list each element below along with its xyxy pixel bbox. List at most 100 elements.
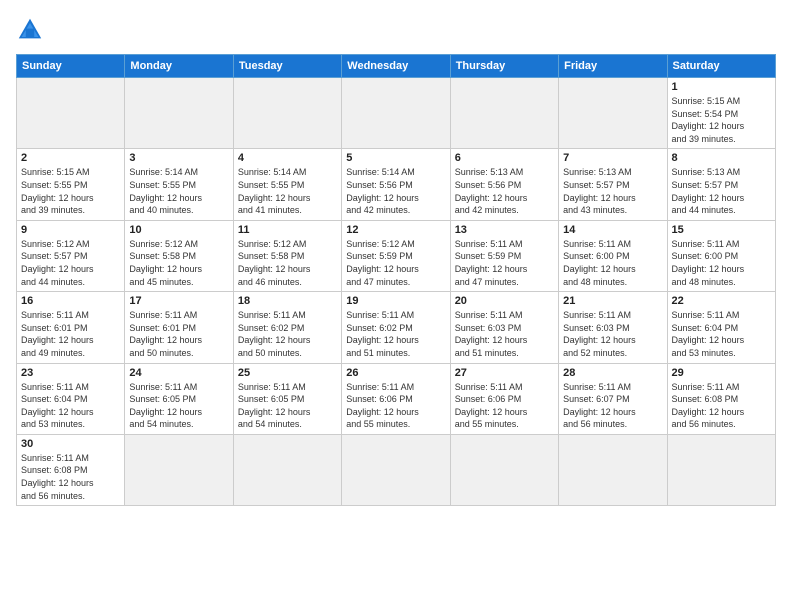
calendar-cell bbox=[559, 78, 667, 149]
calendar-week-row: 1 Sunrise: 5:15 AM Sunset: 5:54 PM Daylig… bbox=[17, 78, 776, 149]
day-info: Sunrise: 5:11 AM Sunset: 6:05 PM Dayligh… bbox=[238, 381, 337, 431]
day-info: Sunrise: 5:11 AM Sunset: 6:06 PM Dayligh… bbox=[346, 381, 445, 431]
day-info: Sunrise: 5:11 AM Sunset: 6:01 PM Dayligh… bbox=[129, 309, 228, 359]
calendar-cell: 30 Sunrise: 5:11 AM Sunset: 6:08 PM Dayli… bbox=[17, 434, 125, 505]
weekday-header: Wednesday bbox=[342, 55, 450, 78]
calendar-cell bbox=[233, 434, 341, 505]
day-number: 9 bbox=[21, 224, 120, 236]
day-number: 5 bbox=[346, 152, 445, 164]
day-number: 13 bbox=[455, 224, 554, 236]
calendar-cell bbox=[125, 78, 233, 149]
calendar-cell: 26 Sunrise: 5:11 AM Sunset: 6:06 PM Dayli… bbox=[342, 363, 450, 434]
weekday-header: Thursday bbox=[450, 55, 558, 78]
day-info: Sunrise: 5:11 AM Sunset: 6:03 PM Dayligh… bbox=[455, 309, 554, 359]
calendar-cell bbox=[559, 434, 667, 505]
day-info: Sunrise: 5:12 AM Sunset: 5:58 PM Dayligh… bbox=[129, 238, 228, 288]
calendar-cell: 25 Sunrise: 5:11 AM Sunset: 6:05 PM Dayli… bbox=[233, 363, 341, 434]
day-info: Sunrise: 5:11 AM Sunset: 6:08 PM Dayligh… bbox=[672, 381, 771, 431]
day-info: Sunrise: 5:11 AM Sunset: 6:08 PM Dayligh… bbox=[21, 452, 120, 502]
day-number: 1 bbox=[672, 81, 771, 93]
day-number: 23 bbox=[21, 367, 120, 379]
calendar-cell: 3 Sunrise: 5:14 AM Sunset: 5:55 PM Daylig… bbox=[125, 149, 233, 220]
calendar-cell bbox=[450, 434, 558, 505]
day-info: Sunrise: 5:12 AM Sunset: 5:58 PM Dayligh… bbox=[238, 238, 337, 288]
calendar-cell: 11 Sunrise: 5:12 AM Sunset: 5:58 PM Dayli… bbox=[233, 220, 341, 291]
day-info: Sunrise: 5:12 AM Sunset: 5:59 PM Dayligh… bbox=[346, 238, 445, 288]
calendar-cell: 14Sunrise: 5:11 AM Sunset: 6:00 PM Dayli… bbox=[559, 220, 667, 291]
weekday-header: Saturday bbox=[667, 55, 775, 78]
day-info: Sunrise: 5:11 AM Sunset: 6:04 PM Dayligh… bbox=[672, 309, 771, 359]
calendar-cell: 15Sunrise: 5:11 AM Sunset: 6:00 PM Dayli… bbox=[667, 220, 775, 291]
day-info: Sunrise: 5:15 AM Sunset: 5:54 PM Dayligh… bbox=[672, 95, 771, 145]
calendar-cell bbox=[450, 78, 558, 149]
calendar-cell: 2 Sunrise: 5:15 AM Sunset: 5:55 PM Daylig… bbox=[17, 149, 125, 220]
logo-icon bbox=[16, 16, 44, 44]
day-number: 21 bbox=[563, 295, 662, 307]
day-number: 6 bbox=[455, 152, 554, 164]
day-number: 11 bbox=[238, 224, 337, 236]
day-info: Sunrise: 5:11 AM Sunset: 6:02 PM Dayligh… bbox=[238, 309, 337, 359]
calendar-cell: 4Sunrise: 5:14 AM Sunset: 5:55 PM Daylig… bbox=[233, 149, 341, 220]
day-info: Sunrise: 5:11 AM Sunset: 5:59 PM Dayligh… bbox=[455, 238, 554, 288]
calendar-cell bbox=[125, 434, 233, 505]
day-number: 16 bbox=[21, 295, 120, 307]
day-info: Sunrise: 5:11 AM Sunset: 6:07 PM Dayligh… bbox=[563, 381, 662, 431]
day-info: Sunrise: 5:11 AM Sunset: 6:06 PM Dayligh… bbox=[455, 381, 554, 431]
calendar-cell: 10 Sunrise: 5:12 AM Sunset: 5:58 PM Dayli… bbox=[125, 220, 233, 291]
day-info: Sunrise: 5:11 AM Sunset: 6:02 PM Dayligh… bbox=[346, 309, 445, 359]
calendar-cell: 1 Sunrise: 5:15 AM Sunset: 5:54 PM Daylig… bbox=[667, 78, 775, 149]
calendar-cell: 21Sunrise: 5:11 AM Sunset: 6:03 PM Dayli… bbox=[559, 292, 667, 363]
page: SundayMondayTuesdayWednesdayThursdayFrid… bbox=[0, 0, 792, 612]
day-number: 18 bbox=[238, 295, 337, 307]
calendar-cell: 27Sunrise: 5:11 AM Sunset: 6:06 PM Dayli… bbox=[450, 363, 558, 434]
calendar-table: SundayMondayTuesdayWednesdayThursdayFrid… bbox=[16, 54, 776, 506]
calendar-cell: 7Sunrise: 5:13 AM Sunset: 5:57 PM Daylig… bbox=[559, 149, 667, 220]
day-number: 28 bbox=[563, 367, 662, 379]
day-number: 8 bbox=[672, 152, 771, 164]
day-number: 14 bbox=[563, 224, 662, 236]
calendar-header: SundayMondayTuesdayWednesdayThursdayFrid… bbox=[17, 55, 776, 78]
day-info: Sunrise: 5:11 AM Sunset: 6:04 PM Dayligh… bbox=[21, 381, 120, 431]
day-number: 2 bbox=[21, 152, 120, 164]
weekday-header: Friday bbox=[559, 55, 667, 78]
day-info: Sunrise: 5:14 AM Sunset: 5:55 PM Dayligh… bbox=[129, 166, 228, 216]
day-number: 22 bbox=[672, 295, 771, 307]
weekday-header: Sunday bbox=[17, 55, 125, 78]
calendar-cell: 5Sunrise: 5:14 AM Sunset: 5:56 PM Daylig… bbox=[342, 149, 450, 220]
calendar-cell: 13 Sunrise: 5:11 AM Sunset: 5:59 PM Dayli… bbox=[450, 220, 558, 291]
day-number: 4 bbox=[238, 152, 337, 164]
day-info: Sunrise: 5:11 AM Sunset: 6:01 PM Dayligh… bbox=[21, 309, 120, 359]
day-number: 26 bbox=[346, 367, 445, 379]
day-number: 17 bbox=[129, 295, 228, 307]
calendar-cell: 20 Sunrise: 5:11 AM Sunset: 6:03 PM Dayli… bbox=[450, 292, 558, 363]
day-info: Sunrise: 5:13 AM Sunset: 5:57 PM Dayligh… bbox=[563, 166, 662, 216]
calendar-cell: 18 Sunrise: 5:11 AM Sunset: 6:02 PM Dayli… bbox=[233, 292, 341, 363]
calendar-cell: 24 Sunrise: 5:11 AM Sunset: 6:05 PM Dayli… bbox=[125, 363, 233, 434]
calendar-cell: 17 Sunrise: 5:11 AM Sunset: 6:01 PM Dayli… bbox=[125, 292, 233, 363]
day-number: 29 bbox=[672, 367, 771, 379]
day-number: 3 bbox=[129, 152, 228, 164]
calendar-cell bbox=[233, 78, 341, 149]
logo bbox=[16, 16, 48, 44]
day-number: 30 bbox=[21, 438, 120, 450]
calendar-cell bbox=[17, 78, 125, 149]
calendar-cell: 22 Sunrise: 5:11 AM Sunset: 6:04 PM Dayli… bbox=[667, 292, 775, 363]
day-info: Sunrise: 5:15 AM Sunset: 5:55 PM Dayligh… bbox=[21, 166, 120, 216]
calendar-cell: 23 Sunrise: 5:11 AM Sunset: 6:04 PM Dayli… bbox=[17, 363, 125, 434]
day-number: 24 bbox=[129, 367, 228, 379]
day-info: Sunrise: 5:13 AM Sunset: 5:56 PM Dayligh… bbox=[455, 166, 554, 216]
weekday-header: Monday bbox=[125, 55, 233, 78]
calendar-cell: 29 Sunrise: 5:11 AM Sunset: 6:08 PM Dayli… bbox=[667, 363, 775, 434]
calendar-cell: 19Sunrise: 5:11 AM Sunset: 6:02 PM Dayli… bbox=[342, 292, 450, 363]
day-number: 25 bbox=[238, 367, 337, 379]
day-info: Sunrise: 5:11 AM Sunset: 6:05 PM Dayligh… bbox=[129, 381, 228, 431]
calendar-cell: 9Sunrise: 5:12 AM Sunset: 5:57 PM Daylig… bbox=[17, 220, 125, 291]
calendar-week-row: 2 Sunrise: 5:15 AM Sunset: 5:55 PM Daylig… bbox=[17, 149, 776, 220]
day-number: 20 bbox=[455, 295, 554, 307]
day-number: 15 bbox=[672, 224, 771, 236]
calendar-cell: 28 Sunrise: 5:11 AM Sunset: 6:07 PM Dayli… bbox=[559, 363, 667, 434]
header bbox=[16, 16, 776, 44]
day-number: 10 bbox=[129, 224, 228, 236]
calendar-cell: 8Sunrise: 5:13 AM Sunset: 5:57 PM Daylig… bbox=[667, 149, 775, 220]
day-number: 12 bbox=[346, 224, 445, 236]
